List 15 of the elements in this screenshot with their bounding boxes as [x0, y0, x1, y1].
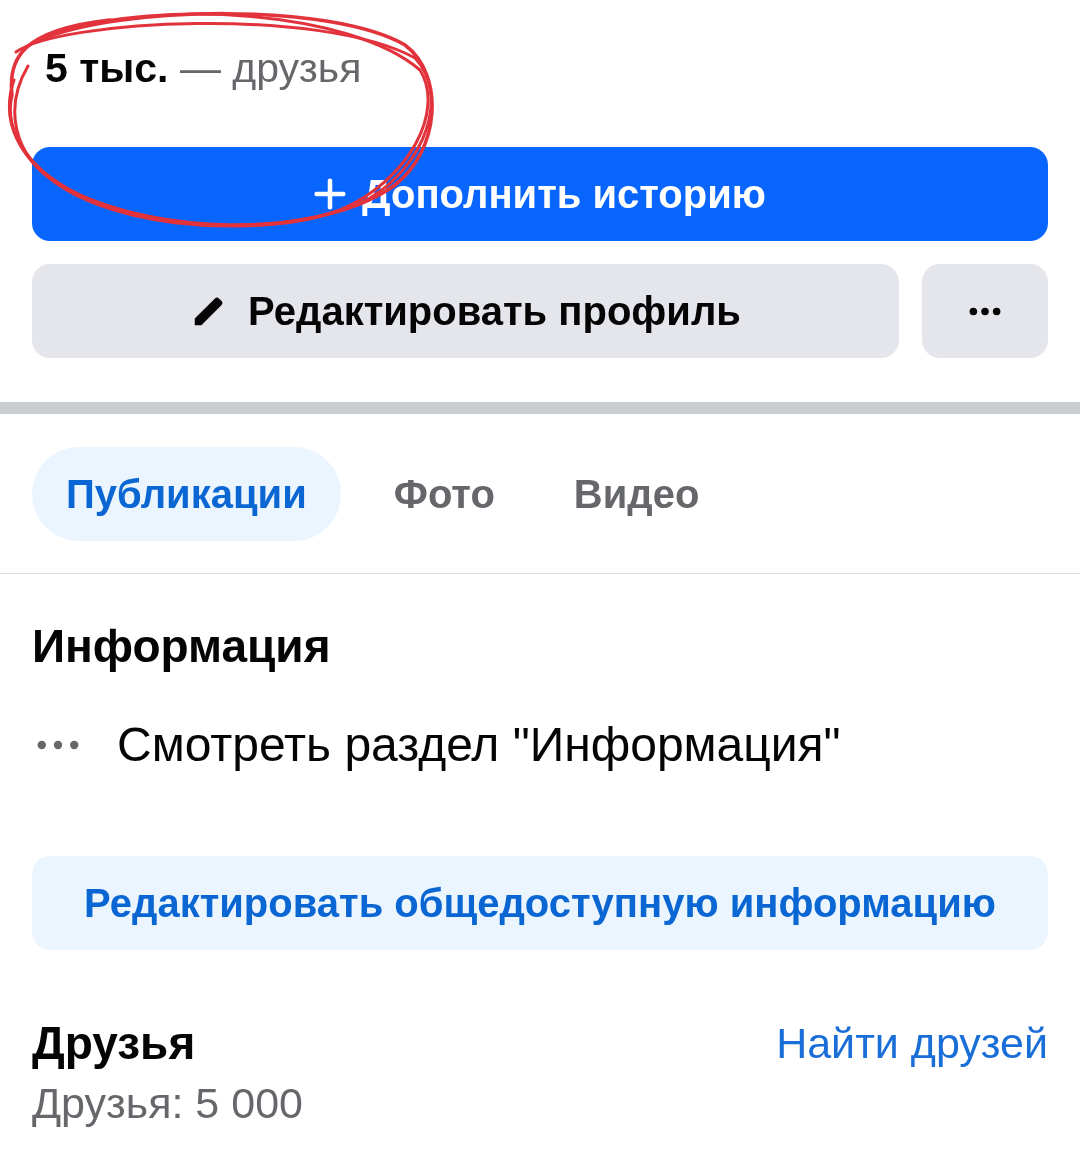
profile-tab[interactable]: Видео: [547, 447, 726, 541]
profile-tab[interactable]: Публикации: [32, 447, 341, 541]
edit-profile-button[interactable]: Редактировать профиль: [32, 264, 899, 358]
profile-tab[interactable]: Фото: [367, 447, 521, 541]
plus-icon: [314, 178, 346, 210]
section-heading: Информация: [32, 620, 331, 672]
friends-count-text: Друзья: 5 000: [32, 1079, 303, 1127]
see-info-link[interactable]: Смотреть раздел "Информация": [117, 716, 841, 774]
friends-count-text: 5 тыс. — друзья: [45, 44, 362, 92]
more-icon: [969, 306, 1001, 316]
more-icon: [37, 740, 79, 750]
more-button[interactable]: [922, 264, 1048, 358]
edit-public-info-button[interactable]: Редактировать общедоступную информацию: [32, 856, 1048, 950]
section-heading: Друзья: [32, 1017, 196, 1069]
find-friends-link[interactable]: Найти друзей: [776, 1017, 1048, 1069]
